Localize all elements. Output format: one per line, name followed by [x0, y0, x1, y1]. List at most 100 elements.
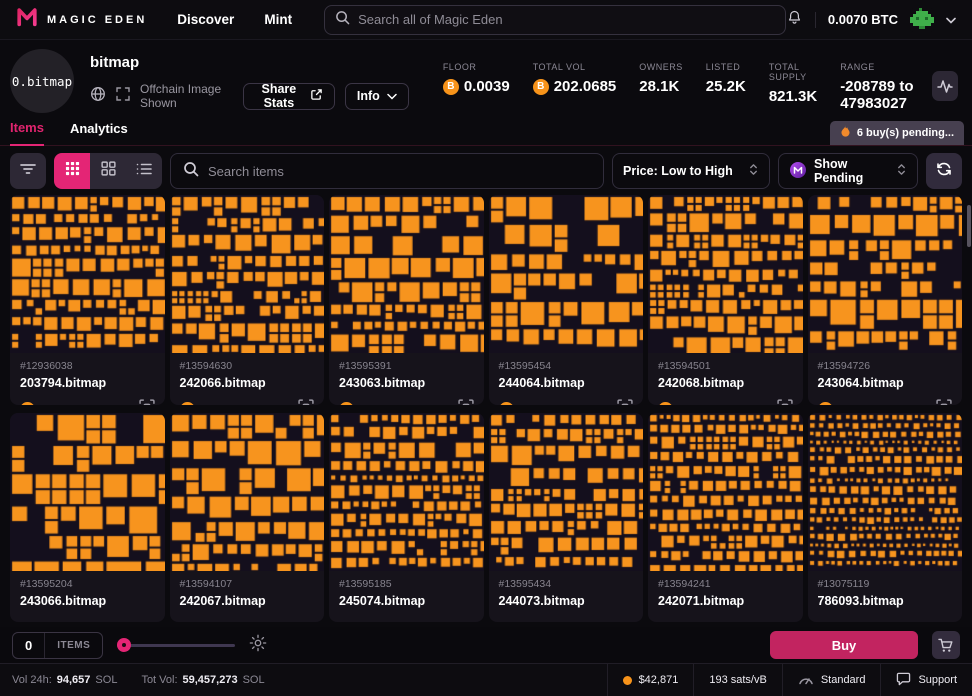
bell-icon[interactable]	[786, 9, 803, 31]
scan-icon[interactable]	[458, 399, 474, 405]
filter-icon	[19, 161, 37, 182]
fee-preset-selector[interactable]: Standard	[782, 664, 881, 696]
stat-listed-label: LISTED	[706, 62, 746, 72]
card-name: 243064.bitmap	[818, 376, 953, 390]
nft-card[interactable]: #13595391 243063.bitmap B0.0039	[329, 195, 484, 405]
share-stats-button[interactable]: Share Stats	[243, 83, 335, 110]
pending-buys-badge[interactable]: 6 buy(s) pending...	[830, 121, 964, 145]
nav-link-discover[interactable]: Discover	[177, 12, 234, 27]
card-inscription-id: #13595434	[499, 578, 634, 590]
chevron-down-icon[interactable]	[946, 11, 956, 29]
nft-card[interactable]: #13595204 243066.bitmap B	[10, 413, 165, 623]
dense-grid-icon	[65, 161, 80, 181]
support-label: Support	[918, 674, 957, 686]
nft-image[interactable]	[489, 413, 644, 571]
scan-icon[interactable]	[777, 399, 793, 405]
show-pending-select[interactable]: Show Pending	[778, 153, 918, 189]
view-list-button[interactable]	[126, 153, 162, 189]
nft-image[interactable]	[10, 195, 165, 353]
nft-image[interactable]	[808, 413, 963, 571]
gear-icon[interactable]	[249, 634, 267, 657]
stat-floor: FLOOR B0.0039	[443, 62, 510, 112]
bitcoin-icon: B	[658, 402, 673, 405]
filter-button[interactable]	[10, 153, 46, 189]
nft-image[interactable]	[170, 413, 325, 571]
pending-buys-label: 6 buy(s) pending...	[857, 127, 954, 139]
wallet-balance: 0.0070 BTC	[828, 12, 898, 27]
nft-image[interactable]	[10, 413, 165, 571]
card-inscription-id: #13594726	[818, 360, 953, 372]
global-search[interactable]	[324, 5, 786, 35]
vol-24h-value: 94,657	[57, 674, 91, 686]
items-search[interactable]	[170, 153, 604, 189]
bitcoin-icon: B	[443, 79, 459, 95]
sort-select[interactable]: Price: Low to High	[612, 153, 770, 189]
card-price-row: B0.0039	[180, 399, 315, 405]
stat-range: RANGE -208789 to 47983027	[840, 62, 932, 112]
collection-tabs: Items Analytics 6 buy(s) pending...	[0, 113, 972, 146]
stat-range-value: -208789 to 47983027	[840, 78, 932, 112]
card-info: #13075119 786093.bitmap B	[808, 571, 963, 623]
global-search-input[interactable]	[358, 12, 775, 27]
nft-card[interactable]: #13595185 245074.bitmap B	[329, 413, 484, 623]
nft-image[interactable]	[489, 195, 644, 353]
info-dropdown[interactable]: Info	[345, 83, 409, 110]
magic-eden-logo-icon	[16, 6, 38, 33]
nft-image[interactable]	[329, 195, 484, 353]
activity-button[interactable]	[932, 71, 958, 101]
items-toolbar: Price: Low to High Show Pending	[10, 153, 962, 189]
stat-total-vol-value: 202.0685	[554, 78, 617, 95]
stat-owners-label: OWNERS	[639, 62, 683, 72]
nft-card[interactable]: #13594241 242071.bitmap B	[648, 413, 803, 623]
nft-card[interactable]: #13594107 242067.bitmap B	[170, 413, 325, 623]
buy-button[interactable]: Buy	[770, 631, 918, 659]
tab-items[interactable]: Items	[10, 120, 44, 146]
cart-button[interactable]	[932, 631, 960, 659]
top-navbar: MAGIC EDEN Discover Mint 0.0070 BTC	[0, 0, 972, 40]
nft-card[interactable]: #13595434 244073.bitmap B	[489, 413, 644, 623]
user-avatar[interactable]	[910, 8, 934, 32]
items-search-input[interactable]	[208, 164, 591, 179]
scan-icon[interactable]	[298, 399, 314, 405]
btc-price-indicator: $42,871	[607, 664, 694, 696]
stat-owners: OWNERS 28.1K	[639, 62, 683, 112]
nft-image[interactable]	[648, 413, 803, 571]
nft-card[interactable]: #12936038 203794.bitmap B0.003899	[10, 195, 165, 405]
stat-total-vol: TOTAL VOL B202.0685	[533, 62, 617, 112]
scan-icon[interactable]	[936, 399, 952, 405]
fee-rate-indicator[interactable]: 193 sats/vB	[693, 664, 781, 696]
view-dense-grid-button[interactable]	[54, 153, 90, 189]
nft-card[interactable]: #13594726 243064.bitmap B0.0039	[808, 195, 963, 405]
nft-card[interactable]: #13594630 242066.bitmap B0.0039	[170, 195, 325, 405]
view-grid-button[interactable]	[90, 153, 126, 189]
nft-card[interactable]: #13075119 786093.bitmap B	[808, 413, 963, 623]
magic-eden-page: MAGIC EDEN Discover Mint 0.0070 BTC	[0, 0, 972, 696]
collection-main: bitmap Offchain Image Shown Share Stats …	[90, 49, 409, 110]
scan-icon[interactable]	[617, 399, 633, 405]
share-stats-label: Share Stats	[255, 82, 303, 110]
nft-image[interactable]	[329, 413, 484, 571]
nft-image[interactable]	[170, 195, 325, 353]
grid-icon	[101, 161, 116, 181]
nav-link-mint[interactable]: Mint	[264, 12, 292, 27]
items-count-label: ITEMS	[44, 633, 102, 658]
chat-icon	[896, 672, 911, 689]
items-slider[interactable]	[117, 638, 235, 652]
nft-card[interactable]: #13595454 244064.bitmap B0.0039	[489, 195, 644, 405]
magic-eden-logo[interactable]: MAGIC EDEN	[16, 6, 147, 33]
card-name: 242071.bitmap	[658, 594, 793, 608]
support-button[interactable]: Support	[880, 664, 972, 696]
nft-card[interactable]: #13594501 242068.bitmap B0.0039	[648, 195, 803, 405]
refresh-button[interactable]	[926, 153, 962, 189]
vol-24h-unit: SOL	[95, 674, 117, 686]
nft-image[interactable]	[808, 195, 963, 353]
scan-icon[interactable]	[139, 399, 155, 405]
scrollbar-thumb[interactable]	[967, 205, 971, 247]
globe-icon[interactable]	[90, 86, 106, 107]
sort-select-value: Price: Low to High	[623, 164, 748, 178]
tab-analytics[interactable]: Analytics	[70, 121, 128, 145]
btc-price-value: $42,871	[639, 674, 679, 686]
slider-handle[interactable]	[117, 638, 131, 652]
collection-meta: Offchain Image Shown Share Stats Info	[90, 82, 409, 110]
nft-image[interactable]	[648, 195, 803, 353]
